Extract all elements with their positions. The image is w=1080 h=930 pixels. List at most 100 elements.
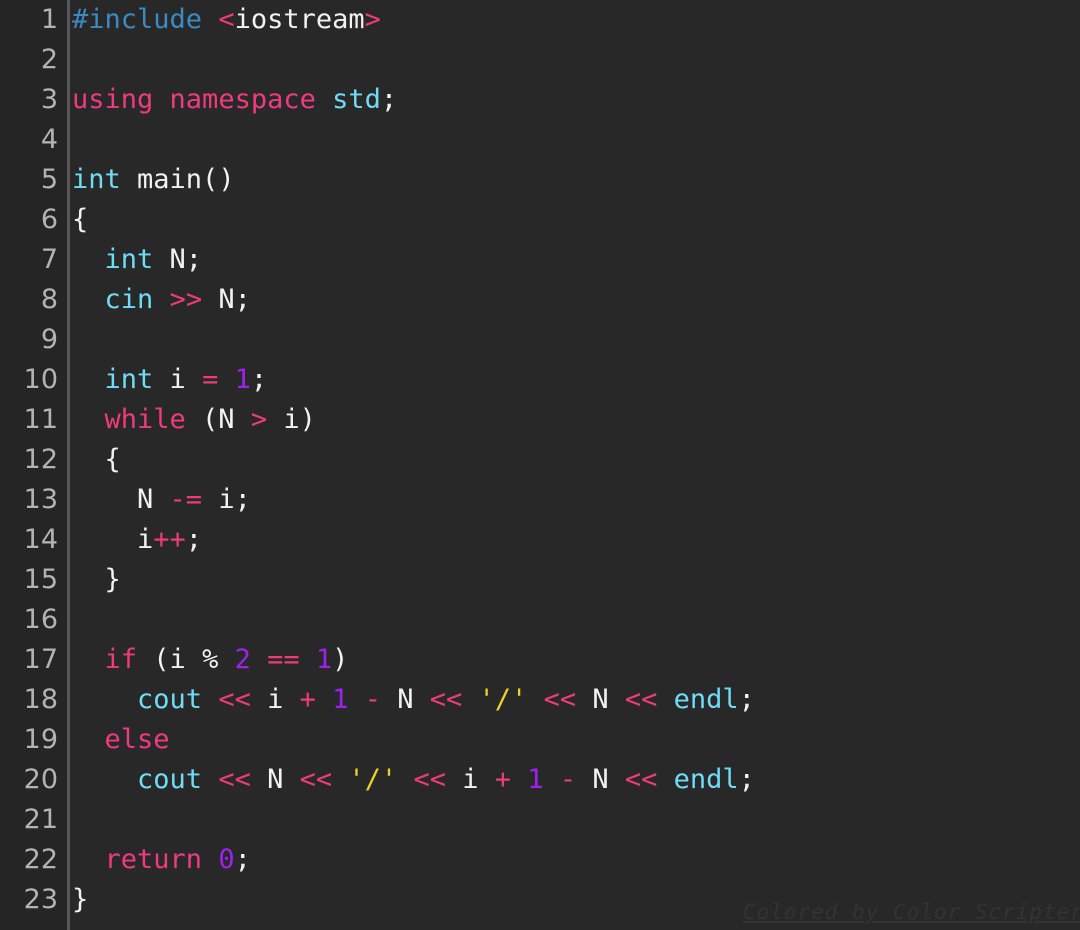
line-number: 13 [23, 484, 58, 515]
line-number: 23 [23, 884, 58, 915]
code-text[interactable]: cin >> N; [72, 280, 251, 320]
code-editor[interactable]: 1#include <iostream>2​3using namespace s… [0, 0, 1080, 930]
code-line[interactable]: 9​ [0, 320, 1080, 360]
code-text[interactable]: else [72, 720, 170, 760]
token-str: '/' [348, 764, 398, 795]
token-num: 2 [234, 644, 251, 675]
token-plain: N [576, 684, 625, 715]
token-key: using [72, 84, 154, 115]
code-text[interactable]: i++; [72, 520, 202, 560]
code-line[interactable]: 19 else [0, 720, 1080, 760]
token-plain: } [72, 564, 121, 595]
token-op: << [218, 764, 251, 795]
code-line[interactable]: 15 } [0, 560, 1080, 600]
code-line-list: 1#include <iostream>2​3using namespace s… [0, 0, 1080, 920]
token-plain: ) [332, 644, 349, 675]
code-line[interactable]: 5 int main() [0, 160, 1080, 200]
code-line[interactable]: 12 { [0, 440, 1080, 480]
code-line[interactable]: 16​ [0, 600, 1080, 640]
token-pre: #include [72, 4, 203, 35]
code-line[interactable]: 11 while (N > i) [0, 400, 1080, 440]
line-number: 16 [23, 604, 58, 635]
token-op: + [494, 764, 512, 795]
code-line[interactable]: 6{ [0, 200, 1080, 240]
code-line[interactable]: 22 return 0; [0, 840, 1080, 880]
code-text[interactable]: cout << N << '/' << i + 1 - N << endl; [72, 760, 755, 800]
line-number: 21 [23, 804, 58, 835]
code-line[interactable]: 18 cout << i + 1 - N << '/' << N << endl… [0, 680, 1080, 720]
line-number: 5 [40, 164, 58, 195]
token-plain: ; [250, 364, 268, 395]
code-line[interactable]: 1 #include <iostream> [0, 0, 1080, 40]
line-number: 12 [23, 444, 58, 475]
token-op: << [429, 684, 463, 715]
token-plain: main() [120, 164, 235, 195]
token-num: 1 [315, 644, 333, 675]
code-line[interactable]: 4​ [0, 120, 1080, 160]
token-key: namespace [169, 84, 316, 115]
token-key: while [104, 404, 186, 435]
code-line[interactable]: 13 N -= i; [0, 480, 1080, 520]
token-plain: iostream [234, 4, 365, 35]
token-plain: % [202, 644, 219, 675]
line-number: 19 [23, 724, 58, 755]
code-text[interactable]: } [72, 880, 88, 920]
token-plain: ; [234, 844, 251, 875]
code-text[interactable]: cout << i + 1 - N << '/' << N << endl; [72, 680, 755, 720]
code-text[interactable]: { [72, 200, 88, 240]
token-type: int [104, 244, 154, 275]
token-op: + [299, 684, 316, 715]
token-op: > [250, 404, 268, 435]
code-text[interactable]: return 0; [72, 840, 251, 880]
code-line[interactable]: 20 cout << N << '/' << i + 1 - N << endl… [0, 760, 1080, 800]
code-line[interactable]: 21​ [0, 800, 1080, 840]
token-key: if [104, 644, 138, 675]
token-type: cout [137, 764, 203, 795]
line-number: 20 [23, 764, 58, 795]
code-text[interactable]: while (N > i) [72, 400, 316, 440]
line-number: 17 [23, 644, 58, 675]
token-num: 1 [527, 764, 544, 795]
code-line[interactable]: 2​ [0, 40, 1080, 80]
code-line[interactable]: 10 int i = 1; [0, 360, 1080, 400]
code-text[interactable]: int main() [72, 160, 235, 200]
code-text[interactable]: } [72, 560, 121, 600]
token-plain: N; [153, 244, 203, 275]
code-text[interactable]: { [72, 440, 121, 480]
token-plain: i; [202, 484, 251, 515]
token-num: 1 [332, 684, 349, 715]
token-type: cin [104, 284, 154, 315]
token-str: '/' [478, 684, 528, 715]
code-text[interactable]: int N; [72, 240, 203, 280]
line-number: 2 [40, 44, 58, 75]
code-text[interactable]: N -= i; [72, 480, 251, 520]
token-op: << [413, 764, 446, 795]
code-text[interactable]: if (i % 2 == 1) [72, 640, 349, 680]
token-plain: (N [185, 404, 251, 435]
code-line[interactable]: 8 cin >> N; [0, 280, 1080, 320]
code-text[interactable]: using namespace std; [72, 80, 397, 120]
code-line[interactable]: 17 if (i % 2 == 1) [0, 640, 1080, 680]
code-text[interactable]: int i = 1; [72, 360, 268, 400]
token-op: ++ [153, 524, 186, 555]
code-line[interactable]: 3 using namespace std; [0, 80, 1080, 120]
code-text[interactable]: #include <iostream> [72, 0, 381, 40]
code-line[interactable]: 7 int N; [0, 240, 1080, 280]
token-num: 1 [234, 364, 251, 395]
token-num: 0 [218, 844, 235, 875]
token-plain: i [445, 764, 495, 795]
code-line[interactable]: 14 i++; [0, 520, 1080, 560]
